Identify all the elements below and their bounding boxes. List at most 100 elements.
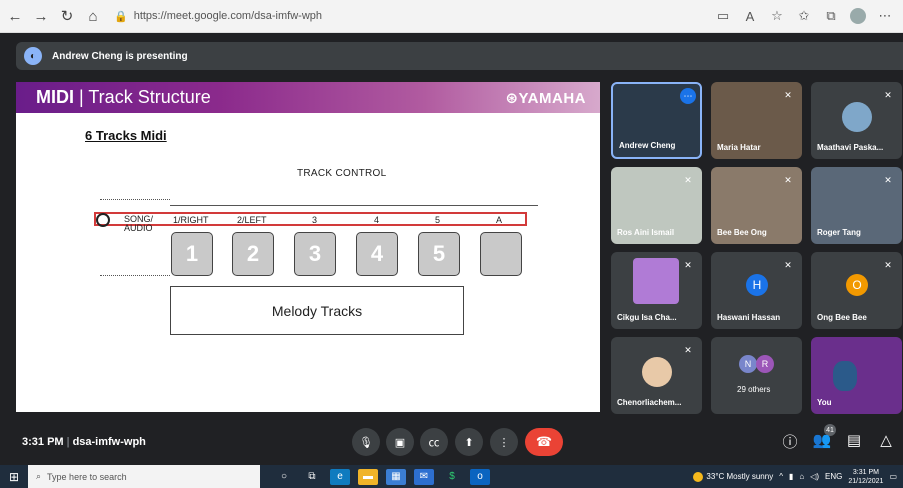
forward-button[interactable]: → — [30, 5, 52, 27]
read-aloud-icon[interactable]: A — [742, 9, 758, 24]
present-button[interactable]: ⬆ — [455, 428, 483, 456]
presenting-text: Andrew Cheng is presenting — [52, 50, 188, 62]
participant-name: Haswani Hassan — [717, 313, 781, 322]
mic-off-icon: ✕ — [884, 259, 892, 270]
back-button[interactable]: ← — [4, 5, 26, 27]
clock[interactable]: 3:31 PM 21/12/2021 — [848, 468, 883, 486]
participant-name: Maria Hatar — [717, 143, 761, 152]
avatar-letter: R — [756, 355, 774, 373]
url-text: https://meet.google.com/dsa-imfw-wph — [133, 10, 323, 22]
track-control-label: TRACK CONTROL — [297, 168, 387, 179]
avatar — [842, 102, 872, 132]
mail-icon[interactable]: ✉ — [414, 468, 434, 485]
browser-toolbar: ← → ↻ ⌂ 🔒 https://meet.google.com/dsa-im… — [0, 0, 903, 33]
participant-name: Ros Aini Ismail — [617, 228, 675, 237]
info-icon[interactable]: ⓘ — [779, 431, 801, 452]
home-button[interactable]: ⌂ — [82, 5, 104, 27]
mic-off-icon: ✕ — [784, 259, 792, 270]
more-options-button[interactable]: ⋮ — [490, 428, 518, 456]
edge-icon[interactable]: e — [330, 468, 350, 485]
participant-tile[interactable]: ✕ Roger Tang — [811, 167, 902, 244]
avatar-letter: H — [746, 274, 768, 296]
captions-button[interactable]: ㏄ — [420, 428, 448, 456]
control-line — [170, 205, 538, 206]
battery-icon[interactable]: ▮ — [789, 472, 793, 481]
windows-start-icon[interactable]: ⊞ — [0, 465, 28, 488]
network-icon[interactable]: ⌂ — [799, 472, 804, 481]
language-indicator[interactable]: ENG — [825, 472, 842, 481]
mic-off-icon: ✕ — [684, 259, 692, 270]
self-tile[interactable]: You — [811, 337, 902, 414]
others-count: 29 others — [737, 385, 771, 394]
track-label: 5 — [435, 215, 441, 225]
participant-name: Bee Bee Ong — [717, 228, 767, 237]
presenter-avatar: ◐ — [24, 47, 42, 65]
end-call-button[interactable]: ☎ — [525, 428, 563, 456]
chat-icon[interactable]: ▤ — [843, 431, 865, 449]
people-icon[interactable]: 👥 — [811, 431, 833, 449]
activities-icon[interactable]: △ — [875, 431, 897, 449]
money-app-icon[interactable]: $ — [442, 469, 462, 485]
track-box: 3 — [294, 232, 336, 276]
participant-name: Andrew Cheng — [619, 141, 676, 150]
more-options-icon[interactable]: ⋯ — [680, 88, 696, 104]
weather-widget[interactable]: 33°C Mostly sunny — [693, 471, 773, 482]
mic-off-icon: ✕ — [684, 174, 692, 185]
camera-button[interactable]: ▣ — [386, 428, 414, 456]
track-label: 3 — [312, 215, 318, 225]
outlook-icon[interactable]: o — [470, 468, 490, 485]
store-icon[interactable]: ▦ — [386, 468, 406, 485]
avatar-letter: O — [846, 274, 868, 296]
circle-icon — [96, 213, 110, 227]
participant-tile[interactable]: ✕ Ros Aini Ismail — [611, 167, 702, 244]
self-video — [833, 361, 857, 391]
volume-icon[interactable]: ◁) — [810, 472, 819, 481]
participant-tile[interactable]: ✕ Cikgu Isa Cha... — [611, 252, 702, 329]
track-label: 4 — [374, 215, 380, 225]
reload-button[interactable]: ↻ — [56, 5, 78, 27]
favorite-icon[interactable]: ☆ — [769, 8, 785, 24]
dotted-line — [100, 199, 170, 200]
shared-slide: MIDI | Track Structure ⊛YAMAHA 6 Tracks … — [16, 82, 600, 412]
taskbar-search[interactable]: ⌕ Type here to search — [28, 465, 260, 488]
track-label: 1/RIGHT — [173, 215, 209, 225]
track-label: A — [496, 215, 503, 225]
tray-chevron-icon[interactable]: ^ — [779, 472, 783, 481]
participant-tile[interactable]: ✕ Bee Bee Ong — [711, 167, 802, 244]
participant-name: Chenorliachem... — [617, 398, 682, 407]
address-bar[interactable]: 🔒 https://meet.google.com/dsa-imfw-wph — [114, 5, 674, 27]
task-view-icon[interactable]: ○ — [274, 469, 294, 485]
slide-title: MIDI | Track Structure — [36, 87, 211, 107]
profile-avatar[interactable] — [850, 8, 866, 24]
system-tray: 33°C Mostly sunny ^ ▮ ⌂ ◁) ENG 3:31 PM 21… — [693, 465, 897, 488]
presenting-banner: ◐ Andrew Cheng is presenting — [16, 42, 903, 70]
participant-tile[interactable]: ✕ O Ong Bee Bee — [811, 252, 902, 329]
widgets-icon[interactable]: ⧉ — [302, 469, 322, 485]
collections-icon[interactable]: ⧉ — [823, 8, 839, 24]
camera-permission-icon[interactable]: ▭ — [715, 8, 731, 24]
participant-tile[interactable]: ✕ Maria Hatar — [711, 82, 802, 159]
participant-tile[interactable]: ⋯ Andrew Cheng — [611, 82, 702, 159]
file-explorer-icon[interactable]: ▬ — [358, 468, 378, 485]
participant-video — [633, 258, 679, 304]
avatar — [642, 357, 672, 387]
track-box: 5 — [418, 232, 460, 276]
participant-tile[interactable]: ✕ Maathavi Paska... — [811, 82, 902, 159]
others-tile[interactable]: N R 29 others — [711, 337, 802, 414]
search-placeholder: Type here to search — [47, 471, 127, 482]
search-icon: ⌕ — [36, 471, 42, 481]
avatar-letter: N — [739, 355, 757, 373]
participant-tile[interactable]: ✕ Chenorliachem... — [611, 337, 702, 414]
participant-tile[interactable]: ✕ H Haswani Hassan — [711, 252, 802, 329]
participant-name: Maathavi Paska... — [817, 143, 884, 152]
participant-name: Ong Bee Bee — [817, 313, 867, 322]
yamaha-logo: ⊛YAMAHA — [505, 89, 586, 107]
mic-off-icon: ✕ — [784, 89, 792, 100]
favorites-bar-icon[interactable]: ✩ — [796, 8, 812, 24]
more-menu-icon[interactable]: ⋯ — [877, 8, 893, 24]
participant-name: Cikgu Isa Cha... — [617, 313, 677, 322]
mic-button[interactable]: 🎙 — [352, 428, 380, 456]
notification-icon[interactable]: ▭ — [889, 472, 897, 481]
meeting-info: 3:31 PM | dsa-imfw-wph — [22, 436, 146, 448]
dotted-line — [100, 275, 170, 276]
